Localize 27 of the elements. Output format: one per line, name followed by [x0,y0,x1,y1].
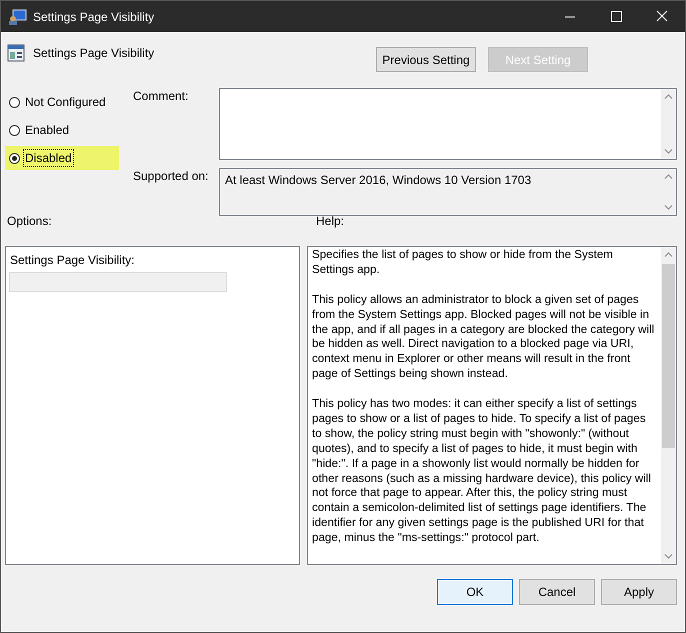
window-title: Settings Page Visibility [33,10,156,24]
radio-option[interactable]: Enabled [9,122,70,138]
dialog-button[interactable]: Apply [601,579,677,605]
help-paragraph: Specifies the list of pages to show or hide from the System Settings app. [312,248,614,278]
scroll-up-icon[interactable] [664,174,673,179]
scroll-up-icon[interactable] [664,252,673,257]
nav-button[interactable]: Previous Setting [376,47,476,72]
supported-on-label: Supported on: [132,168,210,183]
monitor-icon [9,8,27,24]
help-label: Help: [316,214,344,228]
help-paragraph: This policy has two modes: it can either specify a list of settings pages to show or a list of pages to hide. To specify a list of pages to show, the policy string must begin with "showonly:" (without quotes), and to specify a list of pages to hide, it must begin with "hide:". If a page in a showonly list would normally be hidden for other reasons (such as a missing hardware device), this policy will not force that page to appear. After this, the policy string must contain a semicolon-delimited list of settings page identifiers. The identifier for any given settings page is the published URI for that page, minus the "ms-settings:" protocol part. [312,397,652,546]
options-label: Options: [6,214,53,228]
scrollbar[interactable] [661,247,676,564]
scroll-down-icon[interactable] [664,149,673,154]
radio-option[interactable]: Not Configured [9,94,107,110]
supported-on-field: At least Windows Server 2016, Windows 10 Version 1703 [219,168,677,216]
scroll-down-icon[interactable] [664,205,673,210]
comment-label: Comment: [132,88,190,103]
dialog-button[interactable]: Cancel [519,579,595,605]
policy-icon [7,44,25,62]
dialog-button[interactable]: OK [437,579,513,605]
comment-field[interactable] [219,88,677,160]
scroll-down-icon[interactable] [664,554,673,559]
options-field-label: Settings Page Visibility: [9,253,136,267]
help-paragraph: This policy allows an administrator to block a given set of pages from the System Settings app. Blocked pages will not be visible in the app, and if all pages in a category are blocked the category will be hidden as well. Direct navigation to a blocked page via URI, context menu in Explorer or other means will result in the front page of Settings being shown instead. [312,292,656,382]
policy-title: Settings Page Visibility [33,46,154,60]
scroll-up-icon[interactable] [664,94,673,99]
